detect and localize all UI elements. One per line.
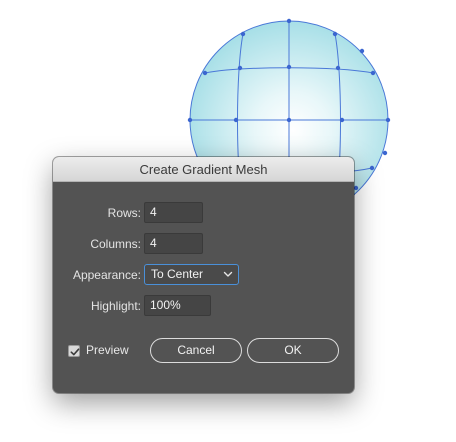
preview-checkbox[interactable] <box>68 345 80 357</box>
preview-label[interactable]: Preview <box>86 343 129 357</box>
columns-field[interactable]: 4 <box>144 233 203 254</box>
cancel-button[interactable]: Cancel <box>150 338 242 363</box>
highlight-field[interactable]: 100% <box>144 295 211 316</box>
chevron-down-icon <box>222 265 234 284</box>
appearance-label: Appearance: <box>72 268 141 282</box>
canvas: Create Gradient Mesh Rows: 4 Columns: 4 … <box>0 0 456 442</box>
appearance-select[interactable]: To Center <box>144 264 239 285</box>
columns-label: Columns: <box>90 237 141 251</box>
highlight-label: Highlight: <box>90 299 141 313</box>
rows-label: Rows: <box>107 206 141 220</box>
create-gradient-mesh-dialog: Create Gradient Mesh Rows: 4 Columns: 4 … <box>53 157 354 393</box>
ok-button[interactable]: OK <box>247 338 339 363</box>
appearance-value: To Center <box>151 267 204 281</box>
dialog-title: Create Gradient Mesh <box>53 157 354 182</box>
rows-field[interactable]: 4 <box>144 202 203 223</box>
checkmark-icon <box>70 348 80 356</box>
